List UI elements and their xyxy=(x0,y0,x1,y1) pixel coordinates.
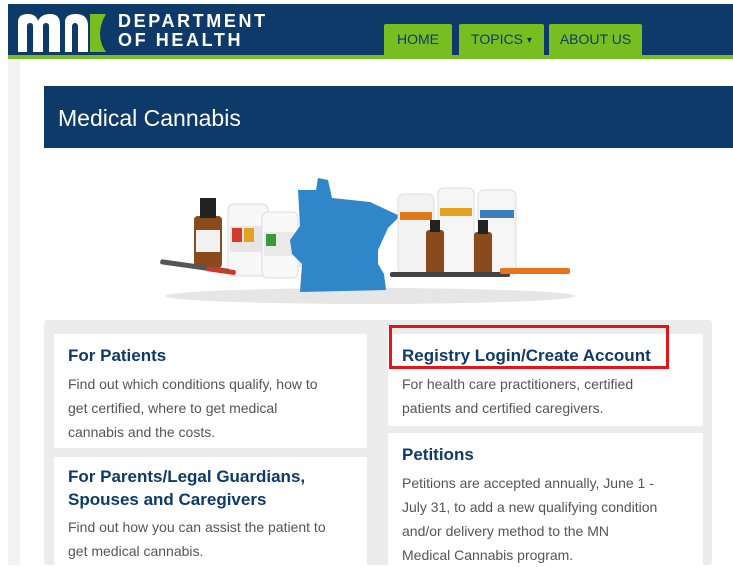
department-name: DEPARTMENT OF HEALTH xyxy=(118,12,268,50)
card-text-line: For health care practitioners, certified xyxy=(402,376,634,392)
card-text-line: cannabis and the costs. xyxy=(68,424,216,440)
card-title-petitions[interactable]: Petitions xyxy=(402,443,474,466)
card-title-for-patients[interactable]: For Patients xyxy=(68,344,166,367)
card-title-for-parents-line-2[interactable]: Spouses and Caregivers xyxy=(68,488,266,511)
card-text-line: July 31, to add a new qualifying conditi… xyxy=(402,499,658,515)
nav-tab-home-label: HOME xyxy=(397,31,439,47)
page-gutter xyxy=(8,59,20,565)
nav-tab-topics[interactable]: TOPICS ▾ xyxy=(459,24,544,55)
card-text-line: patients and certified caregivers. xyxy=(402,400,604,416)
dept-line-1: DEPARTMENT xyxy=(118,11,268,31)
card-text-line: get medical cannabis. xyxy=(68,543,204,559)
card-text-line: Petitions are accepted annually, June 1 … xyxy=(402,475,654,491)
card-for-patients[interactable]: For Patients Find out which conditions q… xyxy=(54,334,367,448)
nav-tab-about-label: ABOUT US xyxy=(559,31,632,47)
card-text-line: Medical Cannabis program. xyxy=(402,547,574,563)
card-text-line: get certified, where to get medical xyxy=(68,400,278,416)
card-text-line: and/or delivery method to the MN xyxy=(402,523,609,539)
mn-logo-icon[interactable] xyxy=(16,12,108,52)
chevron-down-icon: ▾ xyxy=(526,35,532,46)
card-text-line: Find out which conditions qualify, how t… xyxy=(68,376,318,392)
card-registry-login[interactable]: Registry Login/Create Account For health… xyxy=(388,334,703,426)
card-petitions[interactable]: Petitions Petitions are accepted annuall… xyxy=(388,433,703,565)
card-text-line: Find out how you can assist the patient … xyxy=(68,519,326,535)
page-title-bar: Medical Cannabis xyxy=(44,86,733,148)
card-title-registry-login[interactable]: Registry Login/Create Account xyxy=(402,344,651,367)
hero-image xyxy=(160,178,575,304)
page-title: Medical Cannabis xyxy=(58,105,241,131)
card-for-parents[interactable]: For Parents/Legal Guardians, Spouses and… xyxy=(54,457,367,565)
nav-tab-home[interactable]: HOME xyxy=(384,24,452,55)
minnesota-state-shape xyxy=(290,178,400,292)
medicine-bottles-right xyxy=(397,187,517,277)
nav-tab-topics-label: TOPICS xyxy=(471,31,523,47)
card-title-for-parents-line-1[interactable]: For Parents/Legal Guardians, xyxy=(68,465,305,488)
header-accent-bar xyxy=(8,55,733,59)
dept-line-2: OF HEALTH xyxy=(118,30,244,50)
nav-tab-about-us[interactable]: ABOUT US xyxy=(549,24,642,55)
